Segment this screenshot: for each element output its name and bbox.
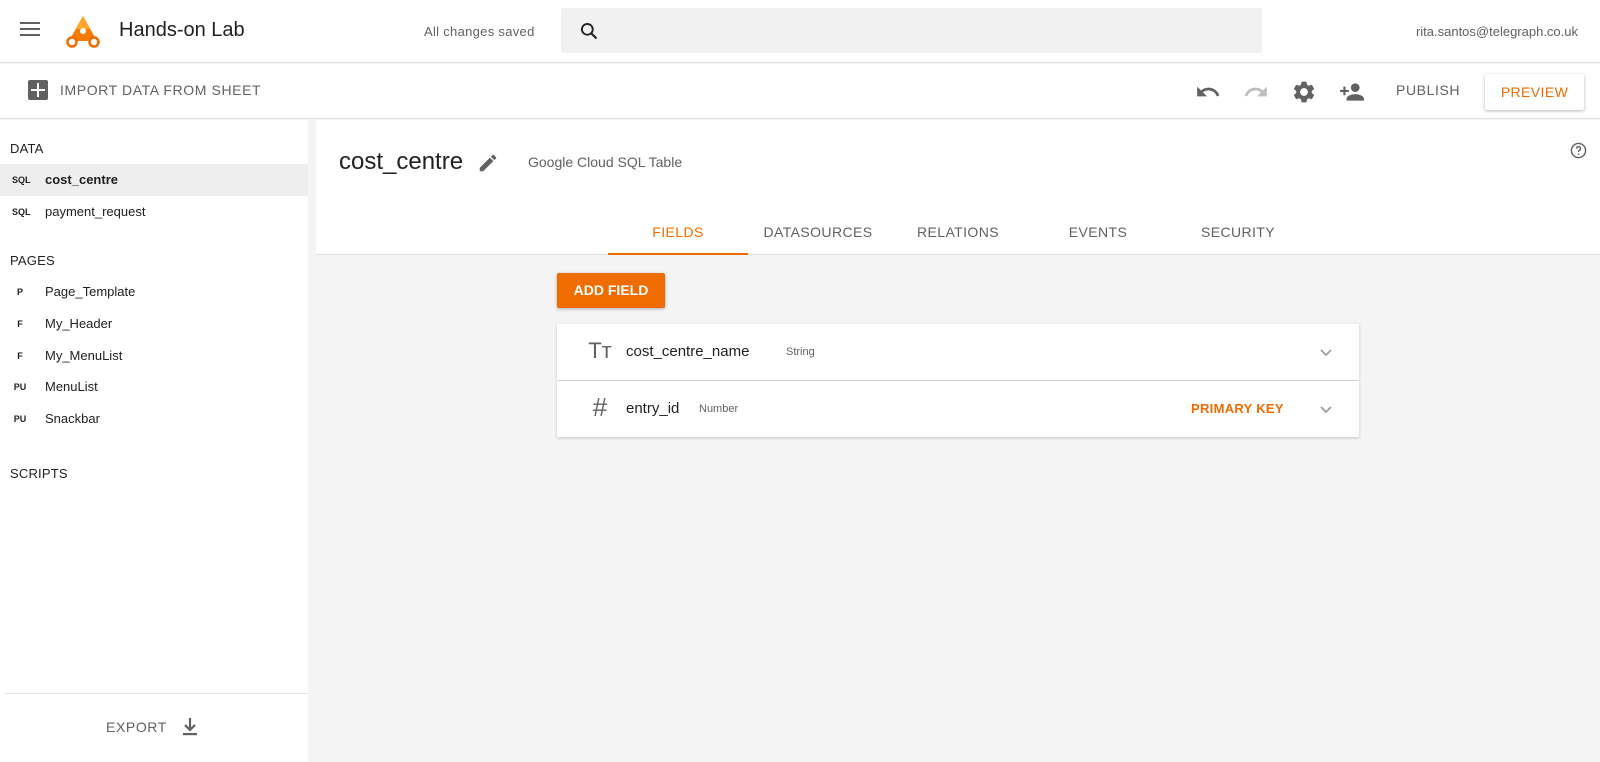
export-button[interactable]: EXPORT (106, 717, 199, 737)
search-icon (581, 23, 598, 40)
sidebar-item-my-menulist[interactable]: F My_MenuList (0, 340, 308, 372)
redo-icon[interactable] (1243, 79, 1269, 105)
fragment-badge: F (17, 319, 23, 329)
pages-section-heading: PAGES (10, 253, 55, 268)
edit-icon[interactable] (477, 152, 499, 174)
field-name: cost_centre_name (626, 343, 750, 360)
save-status: All changes saved (424, 24, 535, 39)
sidebar-item-label: My_MenuList (45, 348, 123, 363)
field-type: String (786, 346, 815, 358)
sidebar-item-label: MenuList (45, 379, 98, 394)
sidebar-divider (5, 693, 308, 694)
app-title: Hands-on Lab (119, 19, 245, 41)
page-badge: P (16, 287, 23, 297)
sidebar-item-page-template[interactable]: P Page_Template (0, 276, 308, 308)
add-person-icon[interactable] (1339, 79, 1365, 105)
sql-badge: SQL (12, 207, 31, 217)
sidebar-item-payment-request[interactable]: SQL payment_request (0, 196, 308, 228)
tab-datasources[interactable]: DATASOURCES (748, 210, 888, 255)
import-data-label: IMPORT DATA FROM SHEET (60, 82, 262, 98)
preview-button[interactable]: PREVIEW (1485, 74, 1584, 110)
popup-badge: PU (13, 382, 27, 392)
search-input[interactable] (617, 16, 1237, 46)
fragment-badge: F (17, 351, 23, 361)
tab-relations[interactable]: RELATIONS (888, 210, 1028, 255)
sidebar: DATA SQL cost_centre SQL payment_request… (0, 120, 308, 762)
user-account[interactable]: rita.santos@telegraph.co.uk (1416, 24, 1578, 39)
sidebar-item-label: payment_request (45, 204, 146, 219)
sidebar-item-menulist[interactable]: PU MenuList (0, 371, 308, 403)
field-row-entry-id[interactable]: # entry_id Number PRIMARY KEY (557, 381, 1359, 437)
table-add-icon (28, 80, 48, 100)
search-bar[interactable] (561, 8, 1262, 53)
app-logo (66, 16, 100, 48)
undo-icon[interactable] (1195, 79, 1221, 105)
field-name: entry_id (626, 400, 680, 417)
popup-badge: PU (13, 414, 27, 424)
download-icon (182, 718, 197, 736)
add-field-button[interactable]: ADD FIELD (557, 273, 665, 308)
chevron-down-icon[interactable] (1318, 344, 1334, 360)
help-icon[interactable] (1570, 142, 1587, 159)
import-data-button[interactable]: IMPORT DATA FROM SHEET (28, 80, 261, 100)
publish-button[interactable]: PUBLISH (1396, 82, 1460, 98)
number-type-icon: # (592, 392, 608, 422)
settings-icon[interactable] (1291, 79, 1317, 105)
tab-fields[interactable]: FIELDS (608, 210, 748, 255)
fields-panel: ADD FIELD Tт cost_centre_name String # e… (316, 256, 1600, 762)
model-type: Google Cloud SQL Table (528, 154, 683, 170)
menu-icon[interactable] (20, 22, 40, 38)
model-header: cost_centre Google Cloud SQL Table FIELD… (316, 120, 1600, 255)
tab-security[interactable]: SECURITY (1168, 210, 1308, 255)
editor-toolbar: IMPORT DATA FROM SHEET PUBLISH PREVIEW (0, 64, 1600, 119)
field-type: Number (699, 403, 739, 415)
sidebar-item-label: My_Header (45, 316, 113, 331)
export-label: EXPORT (106, 719, 167, 735)
text-type-icon: Tт (588, 338, 612, 363)
sidebar-item-snackbar[interactable]: PU Snackbar (0, 403, 308, 435)
sidebar-item-label: Page_Template (45, 284, 136, 299)
sidebar-item-my-header[interactable]: F My_Header (0, 308, 308, 340)
scripts-section-heading: SCRIPTS (10, 466, 68, 481)
primary-key-badge: PRIMARY KEY (1191, 401, 1284, 416)
sql-badge: SQL (12, 175, 31, 185)
sidebar-item-cost-centre[interactable]: SQL cost_centre (0, 164, 308, 196)
data-section-heading: DATA (10, 141, 44, 156)
sidebar-item-label: Snackbar (45, 411, 100, 426)
chevron-down-icon[interactable] (1318, 401, 1334, 417)
tab-events[interactable]: EVENTS (1028, 210, 1168, 255)
model-name: cost_centre (339, 148, 464, 175)
sidebar-item-label: cost_centre (45, 172, 118, 187)
field-row-cost-centre-name[interactable]: Tт cost_centre_name String (557, 324, 1359, 380)
top-app-bar: Hands-on Lab All changes saved rita.sant… (0, 0, 1600, 63)
